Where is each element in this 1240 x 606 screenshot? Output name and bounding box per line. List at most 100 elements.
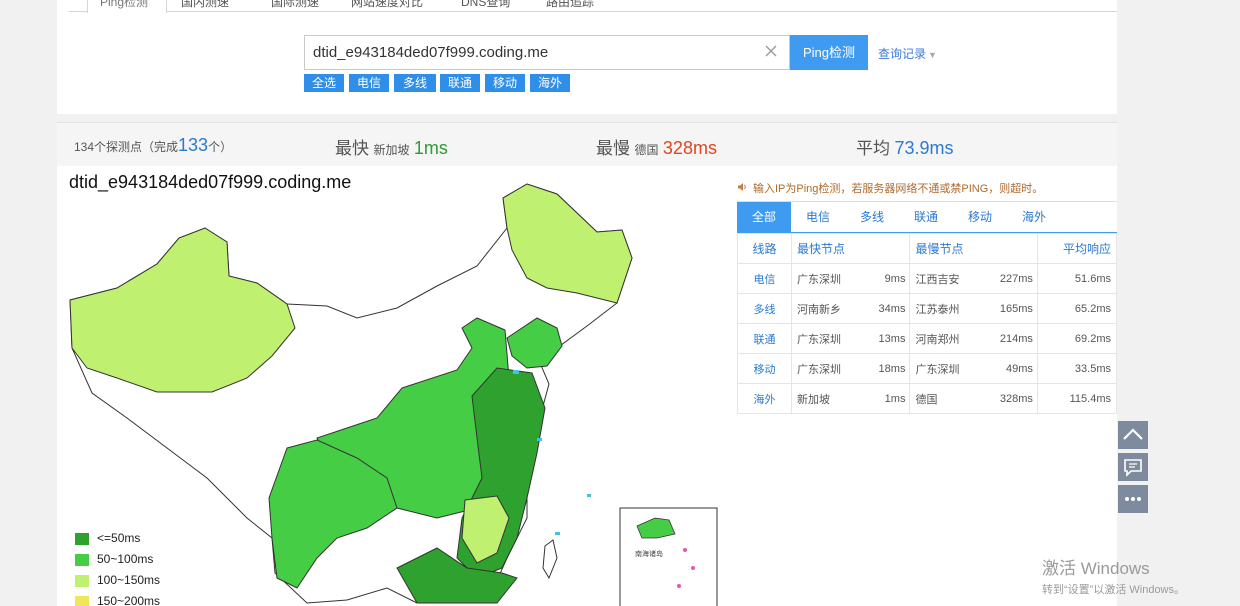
row-slow-node: 江苏泰州 xyxy=(909,293,983,324)
net-tab-telecom[interactable]: 电信 xyxy=(791,202,845,233)
tab-site-compare[interactable]: 网站速度对比 xyxy=(339,0,449,12)
stats-bar: 134个探测点（完成133个） 最快 新加坡 1ms 最慢 德国 328ms 平… xyxy=(57,122,1117,166)
watermark-title: 激活 Windows xyxy=(1042,559,1150,578)
host-input[interactable] xyxy=(305,36,760,69)
more-dots-icon xyxy=(1125,497,1141,501)
feedback-button[interactable] xyxy=(1118,453,1148,481)
map-marker xyxy=(587,494,591,497)
row-fast-ms: 18ms xyxy=(863,353,911,384)
tab-ping[interactable]: Ping检测 xyxy=(87,0,167,13)
slowest-label: 最慢 xyxy=(596,139,630,158)
row-slow-ms: 49ms xyxy=(982,353,1038,384)
row-slow-ms: 214ms xyxy=(982,323,1038,354)
fastest-location: 新加坡 xyxy=(373,143,410,157)
tab-international-speed[interactable]: 国际测速 xyxy=(259,0,349,12)
windows-activation-watermark: 激活 Windows 转到“设置”以激活 Windows。 xyxy=(1042,554,1185,597)
row-fast-ms: 9ms xyxy=(863,263,911,294)
table-row: 联通 广东深圳 13ms 河南郑州 214ms 69.2ms xyxy=(737,323,1118,354)
tab-dns-query[interactable]: DNS查询 xyxy=(449,0,539,12)
map-marker xyxy=(555,532,560,535)
legend-swatch xyxy=(75,575,89,587)
tab-domestic-speed[interactable]: 国内测速 xyxy=(169,0,259,12)
comment-icon xyxy=(1124,459,1142,477)
average-value: 73.9ms xyxy=(894,138,954,158)
island-marker xyxy=(677,584,681,588)
island-marker xyxy=(691,566,695,570)
more-button[interactable] xyxy=(1118,485,1148,513)
col-header-slowest: 最慢节点 xyxy=(909,233,1038,264)
main-panel: dtid_e943184ded07f999.coding.me 南海诸岛 <=5… xyxy=(57,166,1118,606)
row-line: 多线 xyxy=(737,293,792,324)
row-avg: 51.6ms xyxy=(1036,263,1118,294)
row-slow-ms: 328ms xyxy=(982,383,1038,414)
map-marker xyxy=(537,438,542,441)
net-tab-unicom[interactable]: 联通 xyxy=(899,202,953,233)
legend-label: 150~200ms xyxy=(97,594,161,606)
node-count-prefix: 134个探测点（完成 xyxy=(74,140,179,154)
row-fast-ms: 34ms xyxy=(863,293,911,324)
table-row: 移动 广东深圳 18ms 广东深圳 49ms 33.5ms xyxy=(737,353,1118,384)
table-row: 海外 新加坡 1ms 德国 328ms 115.4ms xyxy=(737,383,1118,414)
row-avg: 115.4ms xyxy=(1036,383,1118,414)
slowest-value: 328ms xyxy=(662,138,717,158)
row-slow-node: 河南郑州 xyxy=(909,323,983,354)
china-ping-map: 南海诸岛 xyxy=(69,183,718,606)
node-count-done: 133 xyxy=(178,135,209,155)
row-avg: 69.2ms xyxy=(1036,323,1118,354)
legend-swatch xyxy=(75,596,89,606)
row-line: 电信 xyxy=(737,263,792,294)
row-line: 移动 xyxy=(737,353,792,384)
filter-unicom-button[interactable]: 联通 xyxy=(440,74,480,92)
notice-text: 输入IP为Ping检测，若服务器网络不通或禁PING，则超时。 xyxy=(753,183,1044,195)
tool-tabs: Ping检测 国内测速 国际测速 网站速度对比 DNS查询 路由追踪 xyxy=(69,0,1117,13)
ping-button[interactable]: Ping检测 xyxy=(790,35,868,70)
row-fast-node: 广东深圳 xyxy=(790,323,864,354)
query-history-link[interactable]: 查询记录 ▼ xyxy=(878,45,937,62)
filter-all-button[interactable]: 全选 xyxy=(304,74,344,92)
query-history-label: 查询记录 xyxy=(878,47,927,61)
node-count: 134个探测点（完成133个） xyxy=(74,135,232,156)
row-fast-node: 新加坡 xyxy=(790,383,864,414)
filter-multiline-button[interactable]: 多线 xyxy=(394,74,436,92)
row-fast-node: 广东深圳 xyxy=(790,263,864,294)
tab-traceroute[interactable]: 路由追踪 xyxy=(534,0,624,12)
row-fast-node: 河南新乡 xyxy=(790,293,864,324)
row-avg: 33.5ms xyxy=(1036,353,1118,384)
legend-swatch xyxy=(75,533,89,545)
filter-mobile-button[interactable]: 移动 xyxy=(485,74,525,92)
legend-label: 100~150ms xyxy=(97,573,161,587)
table-header-row: 线路 最快节点 最慢节点 平均响应 xyxy=(737,233,1118,264)
net-tab-mobile[interactable]: 移动 xyxy=(953,202,1007,233)
row-avg: 65.2ms xyxy=(1036,293,1118,324)
map-region-taiwan xyxy=(542,539,558,580)
row-line: 海外 xyxy=(737,383,792,414)
fastest-value: 1ms xyxy=(413,138,448,158)
caret-down-icon: ▼ xyxy=(928,50,937,60)
net-tab-multiline[interactable]: 多线 xyxy=(845,202,899,233)
top-panel: Ping检测 国内测速 国际测速 网站速度对比 DNS查询 路由追踪 Ping检… xyxy=(57,0,1117,114)
back-to-top-button[interactable] xyxy=(1118,421,1148,449)
filter-overseas-button[interactable]: 海外 xyxy=(530,74,570,92)
net-tab-overseas[interactable]: 海外 xyxy=(1007,202,1061,233)
watermark-subtitle: 转到“设置”以激活 Windows。 xyxy=(1042,584,1186,596)
row-slow-node: 广东深圳 xyxy=(909,353,983,384)
row-slow-ms: 165ms xyxy=(982,293,1038,324)
fastest-label: 最快 xyxy=(335,139,369,158)
row-fast-ms: 13ms xyxy=(863,323,911,354)
row-slow-node: 德国 xyxy=(909,383,983,414)
ping-summary-table: 线路 最快节点 最慢节点 平均响应 电信 广东深圳 9ms 江西吉安 227ms… xyxy=(737,233,1118,414)
inset-label: 南海诸岛 xyxy=(635,549,663,558)
chevron-up-icon xyxy=(1123,428,1143,440)
clear-icon[interactable] xyxy=(763,43,779,59)
legend-swatch xyxy=(75,554,89,566)
row-fast-ms: 1ms xyxy=(863,383,911,414)
legend-label: <=50ms xyxy=(97,531,141,545)
net-tab-all[interactable]: 全部 xyxy=(737,202,791,233)
ping-notice: 输入IP为Ping检测，若服务器网络不通或禁PING，则超时。 xyxy=(737,180,1043,196)
filter-telecom-button[interactable]: 电信 xyxy=(349,74,389,92)
table-row: 多线 河南新乡 34ms 江苏泰州 165ms 65.2ms xyxy=(737,293,1118,324)
slowest-stat: 最慢 德国 328ms xyxy=(596,134,717,159)
average-label: 平均 xyxy=(856,139,890,158)
map-marker xyxy=(513,370,519,374)
search-box xyxy=(304,35,790,70)
